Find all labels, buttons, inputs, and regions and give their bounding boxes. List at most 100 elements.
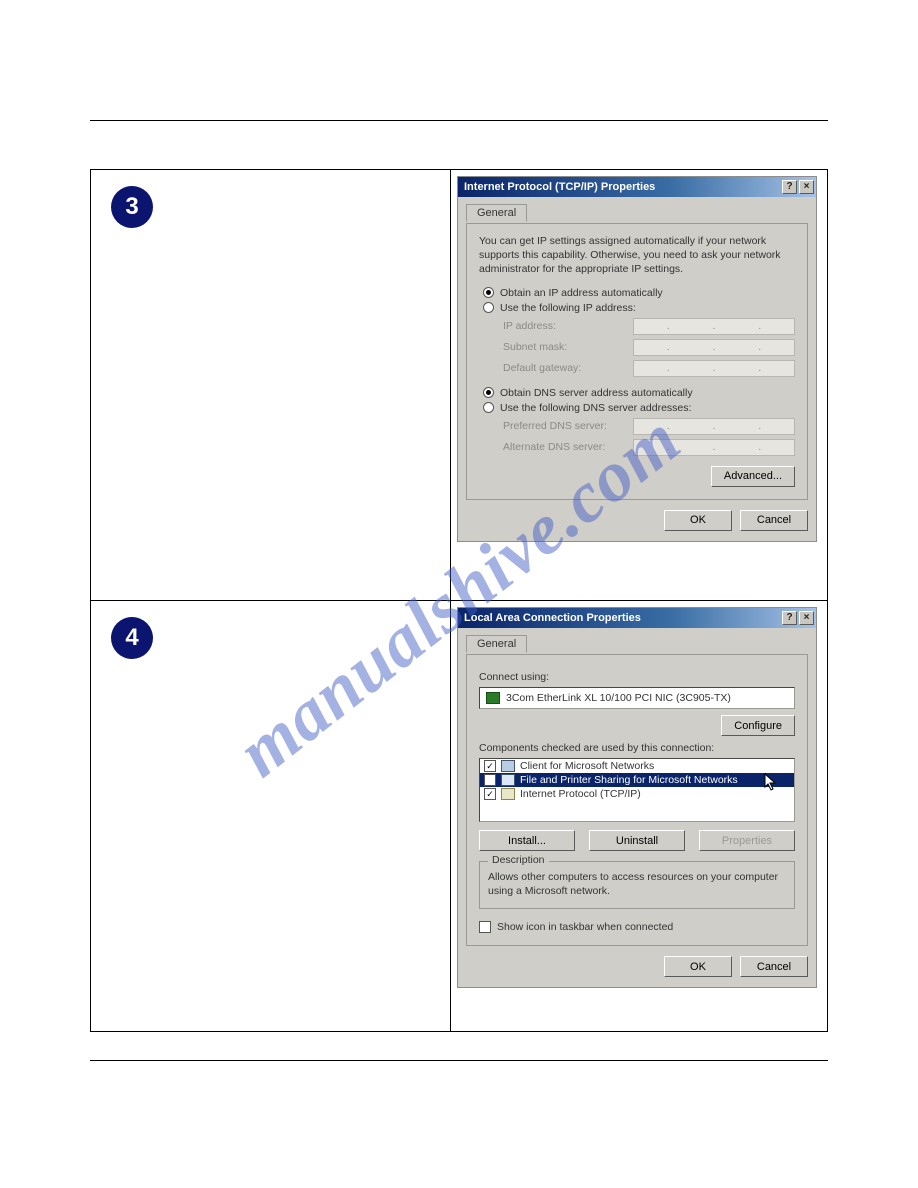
rule-bottom	[90, 1060, 828, 1061]
ip-input[interactable]: ...	[633, 418, 795, 435]
radio-label: Obtain DNS server address automatically	[500, 387, 693, 399]
tab-strip: General	[466, 634, 808, 654]
ip-input[interactable]: ...	[633, 360, 795, 377]
info-text: You can get IP settings assigned automat…	[479, 234, 795, 277]
advanced-row: Advanced...	[479, 466, 795, 487]
label-connect-using: Connect using:	[479, 671, 795, 683]
titlebar[interactable]: Internet Protocol (TCP/IP) Properties ? …	[458, 177, 816, 197]
adapter-name: 3Com EtherLink XL 10/100 PCI NIC (3C905-…	[506, 692, 731, 704]
close-button[interactable]: ×	[799, 611, 814, 625]
tcpip-properties-dialog: Internet Protocol (TCP/IP) Properties ? …	[457, 176, 817, 542]
help-button[interactable]: ?	[782, 180, 797, 194]
show-icon-checkbox[interactable]: Show icon in taskbar when connected	[479, 921, 795, 933]
checkbox-icon[interactable]	[484, 774, 496, 786]
checkbox-label: Show icon in taskbar when connected	[497, 921, 673, 933]
help-button[interactable]: ?	[782, 611, 797, 625]
tab-strip: General	[466, 203, 808, 223]
field-ip-address: IP address: ...	[503, 318, 795, 335]
tab-general[interactable]: General	[466, 635, 527, 653]
radio-label: Use the following DNS server addresses:	[500, 402, 691, 414]
radio-icon	[483, 387, 494, 398]
close-button[interactable]: ×	[799, 180, 814, 194]
configure-row: Configure	[479, 715, 795, 736]
install-button[interactable]: Install...	[479, 830, 575, 851]
advanced-button[interactable]: Advanced...	[711, 466, 795, 487]
steps-grid: 3 Internet Protocol (TCP/IP) Properties …	[90, 169, 828, 1032]
dialog-body: General You can get IP settings assigned…	[458, 197, 816, 541]
titlebar-controls: ? ×	[782, 180, 814, 194]
configure-button[interactable]: Configure	[721, 715, 795, 736]
dns-fields: Preferred DNS server: ... Alternate DNS …	[503, 418, 795, 456]
ok-button[interactable]: OK	[664, 510, 732, 531]
service-icon	[501, 788, 515, 800]
field-subnet-mask: Subnet mask: ...	[503, 339, 795, 356]
radio-icon	[483, 402, 494, 413]
page-content: 3 Internet Protocol (TCP/IP) Properties …	[90, 120, 828, 1061]
components-listbox[interactable]: Client for Microsoft Networks File and P…	[479, 758, 795, 822]
titlebar-controls: ? ×	[782, 611, 814, 625]
radio-label: Use the following IP address:	[500, 302, 636, 314]
description-groupbox: Description Allows other computers to ac…	[479, 861, 795, 909]
list-item[interactable]: Internet Protocol (TCP/IP)	[480, 787, 794, 801]
properties-button[interactable]: Properties	[699, 830, 795, 851]
tab-general[interactable]: General	[466, 204, 527, 222]
checkbox-icon[interactable]	[479, 921, 491, 933]
field-label: Alternate DNS server:	[503, 441, 633, 453]
radio-label: Obtain an IP address automatically	[500, 287, 663, 299]
titlebar[interactable]: Local Area Connection Properties ? ×	[458, 608, 816, 628]
tab-panel-general: You can get IP settings assigned automat…	[466, 223, 808, 500]
ok-button[interactable]: OK	[664, 956, 732, 977]
step-row-3: 3 Internet Protocol (TCP/IP) Properties …	[91, 170, 827, 600]
checkbox-icon[interactable]	[484, 788, 496, 800]
field-label: Preferred DNS server:	[503, 420, 633, 432]
step-cell-right: Internet Protocol (TCP/IP) Properties ? …	[451, 170, 827, 600]
field-preferred-dns: Preferred DNS server: ...	[503, 418, 795, 435]
field-alternate-dns: Alternate DNS server: ...	[503, 439, 795, 456]
step-cell-left: 3	[91, 170, 451, 600]
checkbox-icon[interactable]	[484, 760, 496, 772]
description-text: Allows other computers to access resourc…	[488, 870, 786, 898]
radio-obtain-dns[interactable]: Obtain DNS server address automatically	[483, 387, 795, 399]
cancel-button[interactable]: Cancel	[740, 956, 808, 977]
step-cell-left: 4	[91, 601, 451, 1031]
dialog-buttons: OK Cancel	[466, 956, 808, 977]
step-cell-right: Local Area Connection Properties ? × Gen…	[451, 601, 827, 1031]
window-title: Local Area Connection Properties	[464, 612, 641, 624]
ip-fields: IP address: ... Subnet mask: ... Default…	[503, 318, 795, 377]
label-components: Components checked are used by this conn…	[479, 742, 795, 754]
ip-input[interactable]: ...	[633, 439, 795, 456]
list-item-label: Client for Microsoft Networks	[520, 760, 654, 772]
tab-panel-general: Connect using: 3Com EtherLink XL 10/100 …	[466, 654, 808, 946]
rule-top	[90, 120, 828, 121]
nic-icon	[486, 692, 500, 704]
list-item[interactable]: File and Printer Sharing for Microsoft N…	[480, 773, 794, 787]
dialog-buttons: OK Cancel	[466, 510, 808, 531]
lan-properties-dialog: Local Area Connection Properties ? × Gen…	[457, 607, 817, 988]
radio-icon	[483, 302, 494, 313]
radio-use-ip[interactable]: Use the following IP address:	[483, 302, 795, 314]
service-icon	[501, 760, 515, 772]
component-buttons: Install... Uninstall Properties	[479, 830, 795, 851]
list-item-label: File and Printer Sharing for Microsoft N…	[520, 774, 738, 786]
step-badge: 3	[111, 186, 153, 228]
ip-input[interactable]: ...	[633, 318, 795, 335]
service-icon	[501, 774, 515, 786]
dialog-body: General Connect using: 3Com EtherLink XL…	[458, 628, 816, 987]
uninstall-button[interactable]: Uninstall	[589, 830, 685, 851]
step-row-4: 4 Local Area Connection Properties ? × G…	[91, 600, 827, 1031]
field-label: Default gateway:	[503, 362, 633, 374]
field-label: Subnet mask:	[503, 341, 633, 353]
field-default-gateway: Default gateway: ...	[503, 360, 795, 377]
radio-obtain-ip[interactable]: Obtain an IP address automatically	[483, 287, 795, 299]
window-title: Internet Protocol (TCP/IP) Properties	[464, 181, 655, 193]
radio-icon	[483, 287, 494, 298]
ip-input[interactable]: ...	[633, 339, 795, 356]
list-item-label: Internet Protocol (TCP/IP)	[520, 788, 641, 800]
adapter-box: 3Com EtherLink XL 10/100 PCI NIC (3C905-…	[479, 687, 795, 709]
field-label: IP address:	[503, 320, 633, 332]
step-badge: 4	[111, 617, 153, 659]
cancel-button[interactable]: Cancel	[740, 510, 808, 531]
groupbox-title: Description	[488, 854, 549, 866]
list-item[interactable]: Client for Microsoft Networks	[480, 759, 794, 773]
radio-use-dns[interactable]: Use the following DNS server addresses:	[483, 402, 795, 414]
